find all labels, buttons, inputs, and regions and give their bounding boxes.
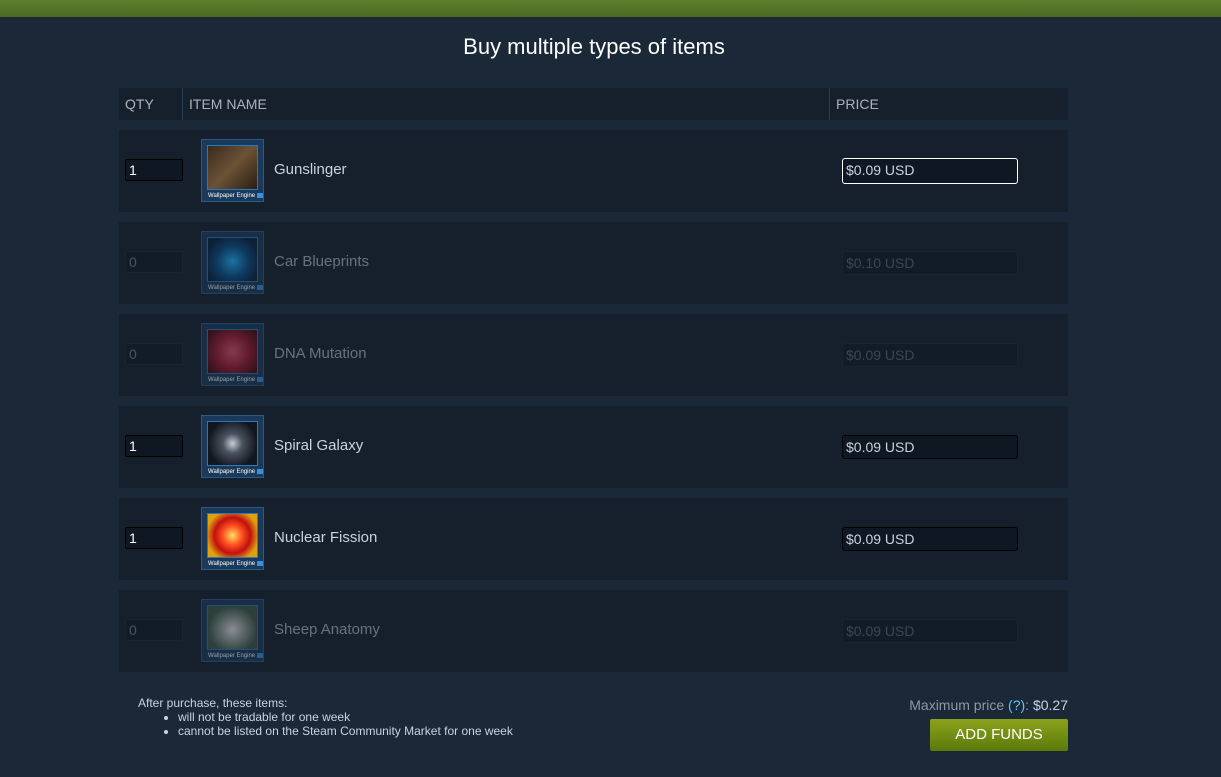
column-item-name: ITEM NAME <box>183 88 830 120</box>
add-funds-button[interactable]: ADD FUNDS <box>930 719 1068 751</box>
price-input[interactable]: $0.09 USD <box>842 343 1018 367</box>
qty-input[interactable]: 0 <box>125 251 183 273</box>
list-item: will not be tradable for one week <box>178 710 513 724</box>
top-bar <box>0 0 1221 17</box>
qty-input[interactable]: 0 <box>125 343 183 365</box>
notes-intro: After purchase, these items: <box>138 696 288 710</box>
table-row: 1 Wallpaper Engine Gunslinger $0.09 USD <box>119 130 1068 212</box>
page-title: Buy multiple types of items <box>463 34 725 59</box>
item-name: Spiral Galaxy <box>274 437 364 454</box>
table-row: 0 Wallpaper Engine DNA Mutation $0.09 US… <box>119 314 1068 396</box>
column-price: PRICE <box>836 96 879 112</box>
qty-input[interactable]: 1 <box>125 159 183 181</box>
help-link[interactable]: (?) <box>1008 697 1025 713</box>
notes-list: will not be tradable for one week cannot… <box>138 710 513 738</box>
item-thumbnail: Wallpaper Engine <box>201 139 264 202</box>
price-input[interactable]: $0.09 USD <box>842 435 1018 459</box>
qty-input[interactable]: 0 <box>125 619 183 641</box>
items-table: QTY ITEM NAME PRICE 1 Wallpaper Engine G… <box>119 88 1068 672</box>
table-header: QTY ITEM NAME PRICE <box>119 88 1068 120</box>
item-name: DNA Mutation <box>274 345 367 362</box>
table-row: 0 Wallpaper Engine Sheep Anatomy $0.09 U… <box>119 590 1068 672</box>
table-row: 1 Wallpaper Engine Spiral Galaxy $0.09 U… <box>119 406 1068 488</box>
thumb-caption: Wallpaper Engine <box>208 377 263 383</box>
thumb-caption: Wallpaper Engine <box>208 653 263 659</box>
column-qty: QTY <box>119 88 183 120</box>
item-name: Car Blueprints <box>274 253 370 270</box>
max-price-label: Maximum price <box>909 697 1005 713</box>
thumb-caption: Wallpaper Engine <box>208 193 263 199</box>
thumb-caption: Wallpaper Engine <box>208 561 263 567</box>
price-input[interactable]: $0.09 USD <box>842 158 1018 184</box>
table-row: 0 Wallpaper Engine Car Blueprints $0.10 … <box>119 222 1068 304</box>
item-thumbnail: Wallpaper Engine <box>201 415 264 478</box>
item-thumbnail: Wallpaper Engine <box>201 323 264 386</box>
thumb-caption: Wallpaper Engine <box>208 285 263 291</box>
item-thumbnail: Wallpaper Engine <box>201 231 264 294</box>
item-name: Sheep Anatomy <box>274 621 380 638</box>
item-thumbnail: Wallpaper Engine <box>201 599 264 662</box>
item-name: Nuclear Fission <box>274 529 378 546</box>
price-input[interactable]: $0.10 USD <box>842 251 1018 275</box>
item-thumbnail: Wallpaper Engine <box>201 507 264 570</box>
list-item: cannot be listed on the Steam Community … <box>178 724 513 738</box>
max-price-value: $0.27 <box>1032 697 1068 713</box>
qty-input[interactable]: 1 <box>125 435 183 457</box>
price-input[interactable]: $0.09 USD <box>842 619 1018 643</box>
qty-input[interactable]: 1 <box>125 527 183 549</box>
purchase-notes: After purchase, these items: will not be… <box>138 696 513 738</box>
thumb-caption: Wallpaper Engine <box>208 469 263 475</box>
max-price: Maximum price (?): $0.27 <box>909 697 1068 713</box>
table-row: 1 Wallpaper Engine Nuclear Fission $0.09… <box>119 498 1068 580</box>
item-name: Gunslinger <box>274 161 347 178</box>
price-input[interactable]: $0.09 USD <box>842 527 1018 551</box>
